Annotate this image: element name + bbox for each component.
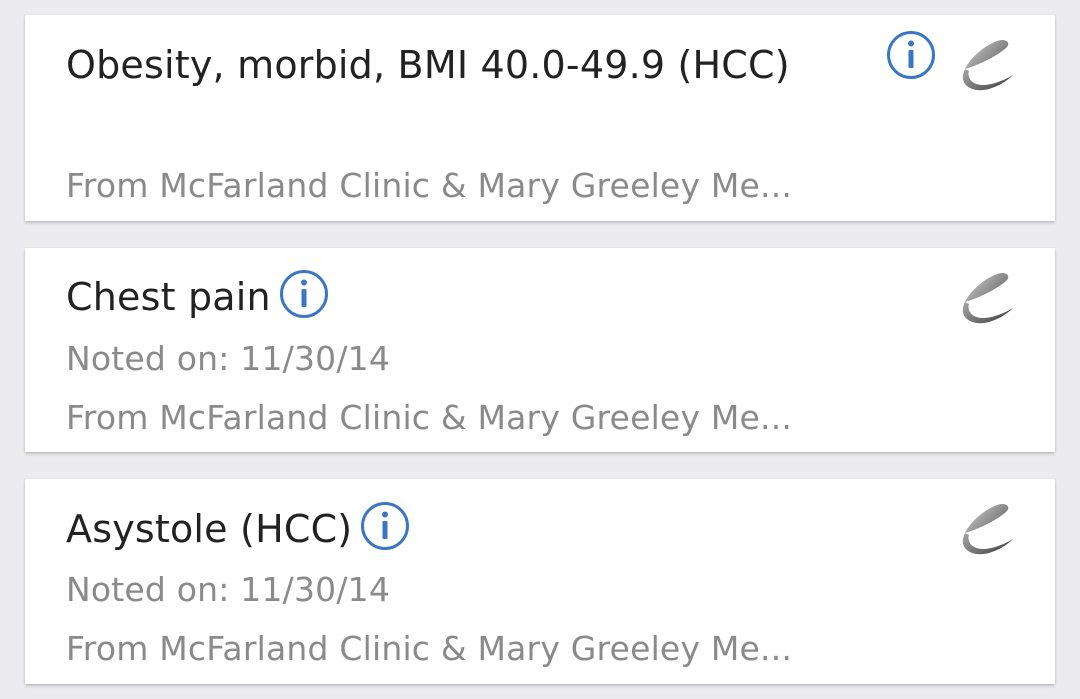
problem-card[interactable]: Obesity, morbid, BMI 40.0-49.9 (HCC) Fro…: [25, 15, 1055, 221]
info-icon[interactable]: [279, 269, 329, 319]
noted-date: Noted on: 11/30/14: [66, 339, 391, 378]
epic-logo-icon: [962, 272, 1013, 324]
problem-title: Obesity, morbid, BMI 40.0-49.9 (HCC): [66, 43, 790, 87]
problem-title-row: Asystole (HCC): [66, 499, 410, 559]
info-icon[interactable]: [886, 30, 936, 80]
problem-title: Chest pain: [66, 275, 271, 319]
problem-title-row: Chest pain: [66, 267, 329, 327]
problem-card[interactable]: Chest pain Noted on: 11/30/14 From McFar…: [25, 248, 1055, 452]
noted-date: Noted on: 11/30/14: [66, 570, 391, 609]
problem-source: From McFarland Clinic & Mary Greeley Me.…: [66, 398, 793, 437]
problem-card[interactable]: Asystole (HCC) Noted on: 11/30/14 From M…: [25, 479, 1055, 684]
problem-title: Asystole (HCC): [66, 507, 353, 551]
problem-source: From McFarland Clinic & Mary Greeley Me.…: [66, 166, 793, 205]
epic-logo-icon: [962, 39, 1013, 91]
info-icon[interactable]: [360, 501, 410, 551]
epic-logo-icon: [962, 503, 1013, 555]
problem-source: From McFarland Clinic & Mary Greeley Me.…: [66, 629, 793, 668]
